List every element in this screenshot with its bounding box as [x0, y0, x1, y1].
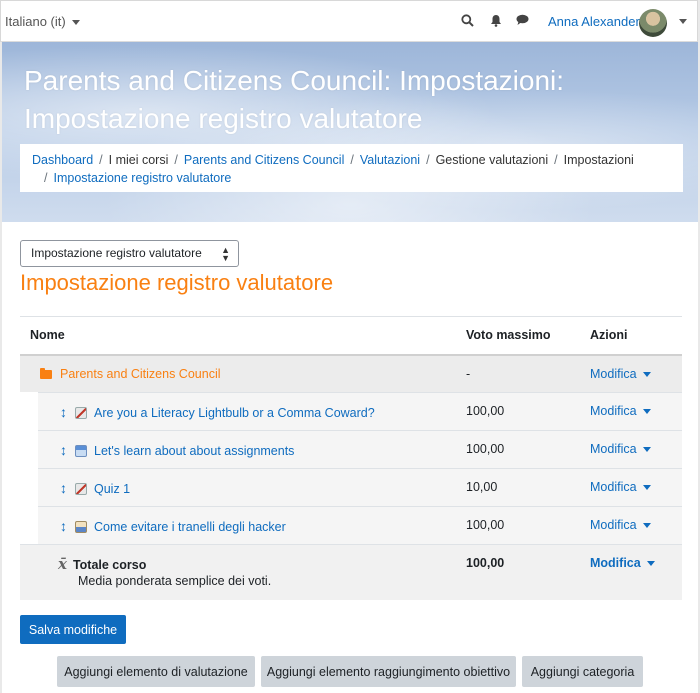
- report-selector-value: Impostazione registro valutatore: [31, 246, 202, 260]
- grade-item-max: 100,00: [466, 442, 505, 456]
- course-total-label: Totale corso: [72, 558, 147, 572]
- category-edit-menu[interactable]: Modifica: [590, 367, 651, 381]
- chevron-down-icon: [642, 409, 651, 415]
- edit-label: Modifica: [590, 480, 637, 494]
- category-row: Parents and Citizens Council - Modifica: [20, 354, 682, 392]
- move-icon[interactable]: ↕: [60, 480, 67, 496]
- breadcrumb-settings: Impostazioni: [563, 153, 634, 167]
- chevron-down-icon: [642, 447, 651, 453]
- bell-icon[interactable]: [490, 14, 502, 30]
- grade-item-link[interactable]: Come evitare i tranelli degli hacker: [94, 520, 286, 534]
- edit-label: Modifica: [590, 442, 637, 456]
- course-total-edit-menu[interactable]: Modifica: [590, 556, 655, 570]
- chevron-down-icon: [642, 372, 651, 378]
- category-name-label: Parents and Citizens Council: [60, 367, 221, 381]
- course-total-aggregation: Media ponderata semplice dei voti.: [78, 574, 272, 588]
- breadcrumb-separator: /: [44, 171, 48, 185]
- avatar[interactable]: [639, 9, 667, 37]
- grade-item-link[interactable]: Are you a Literacy Lightbulb or a Comma …: [94, 406, 375, 420]
- grade-item-edit-menu[interactable]: Modifica: [590, 518, 651, 532]
- page-header: Parents and Citizens Council: Impostazio…: [2, 42, 698, 222]
- breadcrumb-my-courses: I miei corsi: [108, 153, 169, 167]
- breadcrumb-course[interactable]: Parents and Citizens Council: [184, 153, 345, 167]
- add-outcome-item-button[interactable]: Aggiungi elemento raggiungimento obietti…: [261, 656, 516, 687]
- language-label: Italiano (it): [5, 14, 66, 29]
- main-content: Impostazione registro valutatore ▲ ▼ Impo…: [2, 222, 698, 692]
- sigma-mean-icon: x̄: [58, 555, 67, 573]
- report-selector[interactable]: Impostazione registro valutatore ▲ ▼: [20, 240, 239, 267]
- breadcrumb-separator: /: [174, 153, 178, 167]
- grade-item-name[interactable]: ↕ Let's learn about about assignments: [60, 442, 294, 458]
- chevron-down-icon[interactable]: [679, 19, 687, 24]
- add-category-button[interactable]: Aggiungi categoria: [522, 656, 643, 687]
- table-header-row: Nome Voto massimo Azioni: [20, 316, 682, 354]
- grade-item-name[interactable]: ↕ Are you a Literacy Lightbulb or a Comma…: [60, 404, 375, 420]
- grade-item-max: 10,00: [466, 480, 498, 494]
- assignment-icon: [75, 445, 87, 457]
- move-icon[interactable]: ↕: [60, 518, 67, 534]
- edit-label: Modifica: [590, 404, 637, 418]
- table-row: ↕ Let's learn about about assignments 100…: [38, 430, 682, 468]
- table-row: ↕ Are you a Literacy Lightbulb or a Comma…: [38, 392, 682, 430]
- course-total-name: x̄ Totale corso: [58, 555, 146, 573]
- gradebook-setup-table: Nome Voto massimo Azioni Parents and Cit…: [20, 316, 682, 600]
- grade-item-name[interactable]: ↕ Come evitare i tranelli degli hacker: [60, 518, 286, 534]
- breadcrumb: Dashboard / I miei corsi / Parents and Citiz…: [20, 144, 683, 192]
- page-title: Parents and Citizens Council: Impostazio…: [24, 65, 565, 134]
- chevron-down-icon: [71, 20, 80, 26]
- lesson-icon: [75, 521, 87, 533]
- grade-item-max: 100,00: [466, 518, 505, 532]
- grade-item-edit-menu[interactable]: Modifica: [590, 442, 651, 456]
- edit-label: Modifica: [590, 367, 637, 381]
- chevron-down-icon: [642, 523, 651, 529]
- language-menu[interactable]: Italiano (it): [5, 14, 80, 29]
- breadcrumb-separator: /: [426, 153, 430, 167]
- move-icon[interactable]: ↕: [60, 442, 67, 458]
- chat-icon[interactable]: [516, 14, 529, 29]
- header-max-grade: Voto massimo: [466, 328, 551, 342]
- add-grade-item-button[interactable]: Aggiungi elemento di valutazione: [57, 656, 255, 687]
- folder-icon: [40, 368, 52, 379]
- grade-item-edit-menu[interactable]: Modifica: [590, 480, 651, 494]
- chevron-down-icon: [642, 485, 651, 491]
- grade-item-link[interactable]: Let's learn about about assignments: [94, 444, 294, 458]
- top-navbar: Italiano (it) Anna Alexander: [0, 0, 698, 42]
- edit-label: Modifica: [590, 518, 637, 532]
- quiz-icon: [75, 407, 87, 419]
- grade-item-name[interactable]: ↕ Quiz 1: [60, 480, 130, 496]
- breadcrumb-separator: /: [350, 153, 354, 167]
- user-menu-name[interactable]: Anna Alexander: [548, 14, 640, 29]
- chevron-down-icon: [646, 561, 655, 567]
- save-changes-button[interactable]: Salva modifiche: [20, 615, 126, 644]
- course-total-row: x̄ Totale corso Media ponderata semplice …: [20, 544, 682, 600]
- breadcrumb-dashboard[interactable]: Dashboard: [32, 153, 93, 167]
- grade-item-max: 100,00: [466, 404, 505, 418]
- breadcrumb-separator: /: [99, 153, 103, 167]
- course-total-max: 100,00: [466, 556, 505, 570]
- table-row: ↕ Come evitare i tranelli degli hacker 10…: [38, 506, 682, 544]
- grade-item-link[interactable]: Quiz 1: [94, 482, 130, 496]
- breadcrumb-gradebook-setup[interactable]: Impostazione registro valutatore: [53, 171, 231, 185]
- table-row: ↕ Quiz 1 10,00 Modifica: [38, 468, 682, 506]
- edit-label: Modifica: [590, 556, 641, 570]
- breadcrumb-grade-admin: Gestione valutazioni: [435, 153, 549, 167]
- search-icon[interactable]: [461, 14, 474, 30]
- quiz-icon: [75, 483, 87, 495]
- category-max-grade: -: [466, 367, 471, 381]
- header-actions: Azioni: [590, 328, 628, 342]
- breadcrumb-separator: /: [554, 153, 558, 167]
- header-name: Nome: [30, 328, 65, 342]
- grade-item-edit-menu[interactable]: Modifica: [590, 404, 651, 418]
- breadcrumb-grades[interactable]: Valutazioni: [360, 153, 420, 167]
- updown-arrows-icon: ▲ ▼: [221, 245, 230, 263]
- section-heading: Impostazione registro valutatore: [20, 270, 334, 295]
- category-name[interactable]: Parents and Citizens Council: [40, 367, 221, 381]
- move-icon[interactable]: ↕: [60, 404, 67, 420]
